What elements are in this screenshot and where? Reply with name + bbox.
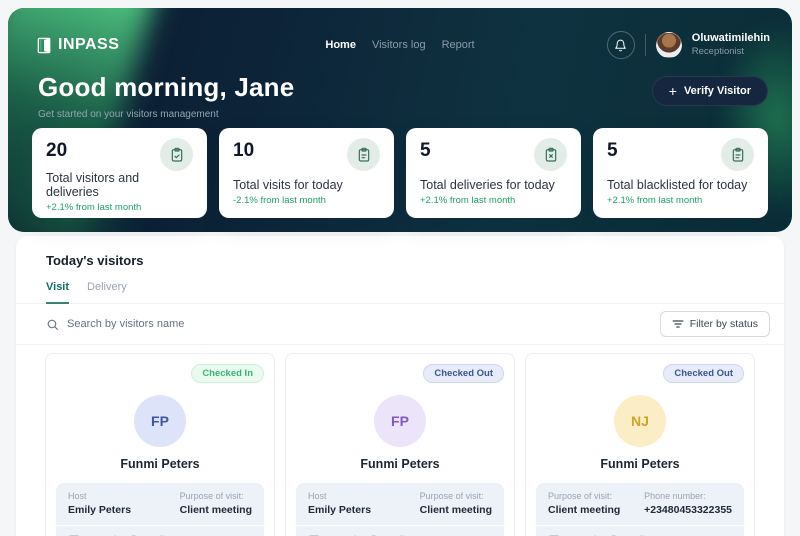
search-filter-row: Filter by status (16, 304, 784, 345)
door-icon (36, 37, 53, 54)
stat-label: Total visitors and deliveries (46, 171, 193, 199)
clipboard-check-icon (160, 138, 193, 171)
nav-item-home[interactable]: Home (325, 39, 356, 51)
field-value: Emily Peters (68, 504, 131, 516)
clipboard-list-icon (347, 138, 380, 171)
info-field: Phone number: +23480453322355 (644, 491, 732, 516)
field-label: Purpose of visit: (548, 491, 620, 501)
stat-card-total-visits: 10 Total visits for today -2.1% from las… (219, 128, 394, 218)
stat-delta: +2.1% from last month (607, 195, 754, 206)
brand-logo[interactable]: INPASS (36, 36, 119, 54)
verify-visitor-label: Verify Visitor (684, 85, 751, 97)
today-visitors-panel: Today's visitors Visit Delivery Filter b… (16, 236, 784, 536)
field-value: Client meeting (548, 504, 620, 516)
visitor-name: Funmi Peters (56, 457, 264, 471)
notifications-button[interactable] (607, 31, 635, 59)
nav-divider (645, 34, 646, 56)
field-label: Host (68, 491, 131, 501)
visitor-avatar: FP (134, 395, 186, 447)
stat-value: 5 (420, 140, 431, 162)
field-value: Client meeting (420, 504, 492, 516)
section-title: Today's visitors (16, 236, 784, 268)
stat-label: Total blacklisted for today (607, 178, 754, 192)
nav-item-visitors-log[interactable]: Visitors log (372, 39, 426, 51)
filter-by-status-button[interactable]: Filter by status (660, 311, 770, 337)
visitor-info-panel: Host Emily Peters Purpose of visit: Clie… (296, 483, 504, 536)
stat-delta: +2.1% from last month (46, 202, 193, 213)
field-value: Client meeting (180, 504, 252, 516)
field-label: Phone number: (644, 491, 732, 501)
search-icon (46, 318, 59, 331)
stat-card-total-visitors: 20 Total visitors and deliveries +2.1% f… (32, 128, 207, 218)
clipboard-x-icon (534, 138, 567, 171)
field-value: +23480453322355 (644, 504, 732, 516)
bell-icon (614, 39, 627, 52)
stat-value: 10 (233, 140, 254, 162)
visitor-tabs: Visit Delivery (16, 281, 784, 304)
clipboard-list-icon (721, 138, 754, 171)
stat-label: Total visits for today (233, 178, 380, 192)
user-meta: Oluwatimilehin Receptionist (692, 32, 770, 58)
visitor-name: Funmi Peters (296, 457, 504, 471)
info-field: Purpose of visit: Client meeting (548, 491, 620, 516)
tab-delivery[interactable]: Delivery (87, 281, 127, 303)
info-field: Host Emily Peters (308, 491, 371, 516)
field-label: Purpose of visit: (420, 491, 492, 501)
filter-button-label: Filter by status (690, 318, 758, 330)
stat-value: 5 (607, 140, 618, 162)
status-badge: Checked Out (423, 364, 504, 383)
field-label: Host (308, 491, 371, 501)
hero-section: Good morning, Jane Get started on your v… (38, 72, 294, 120)
visitor-card: Checked In FP Funmi Peters Host Emily Pe… (45, 353, 275, 536)
greeting-title: Good morning, Jane (38, 72, 294, 103)
tab-visit[interactable]: Visit (46, 281, 69, 304)
visitor-avatar: FP (374, 395, 426, 447)
field-label: Purpose of visit: (180, 491, 252, 501)
stat-label: Total deliveries for today (420, 178, 567, 192)
stat-delta: -2.1% from last month (233, 195, 380, 206)
status-badge: Checked Out (663, 364, 744, 383)
stat-delta: +2.1% from last month (420, 195, 567, 206)
field-value: Emily Peters (308, 504, 371, 516)
nav-item-report[interactable]: Report (442, 39, 475, 51)
search-input[interactable] (67, 318, 660, 330)
stat-card-total-blacklisted: 5 Total blacklisted for today +2.1% from… (593, 128, 768, 218)
verify-visitor-button[interactable]: + Verify Visitor (652, 76, 768, 106)
visitor-info-panel: Host Emily Peters Purpose of visit: Clie… (56, 483, 264, 536)
user-avatar[interactable] (656, 32, 682, 58)
info-field: Purpose of visit: Client meeting (180, 491, 252, 516)
user-role: Receptionist (692, 46, 770, 57)
visitor-info-panel: Purpose of visit: Client meeting Phone n… (536, 483, 744, 536)
info-field: Host Emily Peters (68, 491, 131, 516)
visitor-cards-grid: Checked In FP Funmi Peters Host Emily Pe… (45, 353, 755, 536)
info-field: Purpose of visit: Client meeting (420, 491, 492, 516)
nav-links: Home Visitors log Report (325, 39, 474, 51)
plus-icon: + (669, 86, 677, 96)
top-navbar: INPASS Home Visitors log Report Oluwatim… (8, 8, 792, 60)
stat-card-total-deliveries: 5 Total deliveries for today +2.1% from … (406, 128, 581, 218)
visitor-name: Funmi Peters (536, 457, 744, 471)
brand-name: INPASS (58, 36, 119, 54)
visitor-avatar: NJ (614, 395, 666, 447)
greeting-subtitle: Get started on your visitors management (38, 109, 294, 120)
stat-value: 20 (46, 140, 67, 162)
visitor-card: Checked Out NJ Funmi Peters Purpose of v… (525, 353, 755, 536)
filter-icon (672, 318, 684, 330)
user-name: Oluwatimilehin (692, 32, 770, 45)
stats-row: 20 Total visitors and deliveries +2.1% f… (32, 128, 768, 218)
nav-right-group: Oluwatimilehin Receptionist (607, 31, 770, 59)
status-badge: Checked In (191, 364, 264, 383)
visitor-card: Checked Out FP Funmi Peters Host Emily P… (285, 353, 515, 536)
